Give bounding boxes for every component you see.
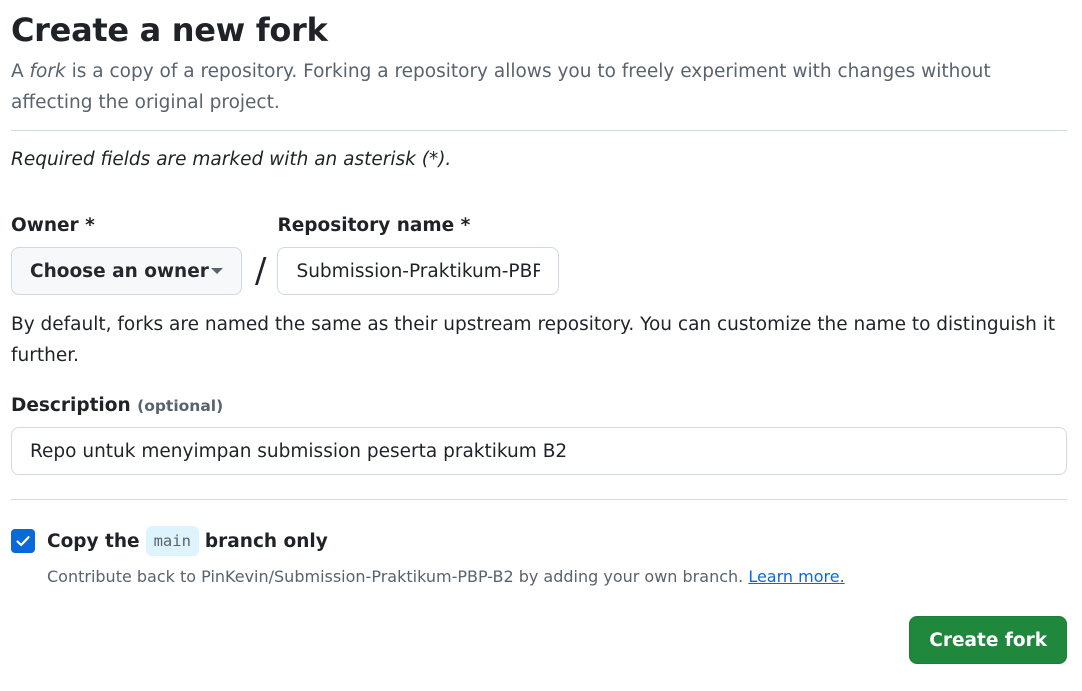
- repository-label: Repository name *: [277, 215, 471, 236]
- subtitle-fork-term: fork: [29, 61, 66, 82]
- optional-tag: (optional): [137, 397, 224, 415]
- branch-name-code: main: [145, 526, 199, 556]
- header-divider: [11, 130, 1067, 131]
- page-subtitle: A fork is a copy of a repository. Forkin…: [11, 56, 1011, 118]
- caret-down-icon: [211, 268, 223, 274]
- naming-help-text: By default, forks are named the same as …: [11, 314, 1056, 366]
- copy-branch-hint: Contribute back to PinKevin/Submission-P…: [47, 566, 1067, 588]
- repository-field: Repository name *: [277, 213, 560, 295]
- section-divider: [11, 499, 1067, 500]
- copy-branch-row: Copy the main branch only: [11, 526, 1067, 556]
- create-fork-button[interactable]: Create fork: [909, 616, 1067, 664]
- owner-field: Owner * Choose an owner: [11, 213, 242, 295]
- subtitle-prefix: A: [11, 61, 30, 82]
- copy-branch-label-prefix: Copy the: [47, 530, 140, 552]
- owner-label: Owner *: [11, 215, 95, 236]
- learn-more-link[interactable]: Learn more.: [748, 567, 844, 586]
- owner-select-button[interactable]: Choose an owner: [11, 247, 242, 295]
- required-note: Required fields are marked with an aster…: [11, 149, 452, 170]
- checkmark-icon: [16, 536, 30, 547]
- subtitle-suffix: is a copy of a repository. Forking a rep…: [11, 61, 991, 113]
- copy-branch-label-suffix: branch only: [204, 530, 328, 552]
- description-label-text: Description: [11, 395, 131, 416]
- copy-branch-label: Copy the main branch only: [47, 526, 328, 556]
- repository-name-input[interactable]: [277, 247, 560, 295]
- page-title: Create a new fork: [11, 11, 328, 49]
- description-input[interactable]: [11, 427, 1067, 475]
- owner-repo-separator: /: [255, 251, 267, 291]
- copy-branch-hint-text: Contribute back to PinKevin/Submission-P…: [47, 567, 744, 586]
- copy-main-branch-checkbox[interactable]: [11, 529, 35, 553]
- fork-page: Create a new fork A fork is a copy of a …: [0, 0, 1082, 691]
- owner-repo-row: Owner * Choose an owner / Repository nam…: [11, 213, 1067, 295]
- owner-button-label: Choose an owner: [30, 260, 209, 282]
- description-label: Description (optional): [11, 393, 1067, 419]
